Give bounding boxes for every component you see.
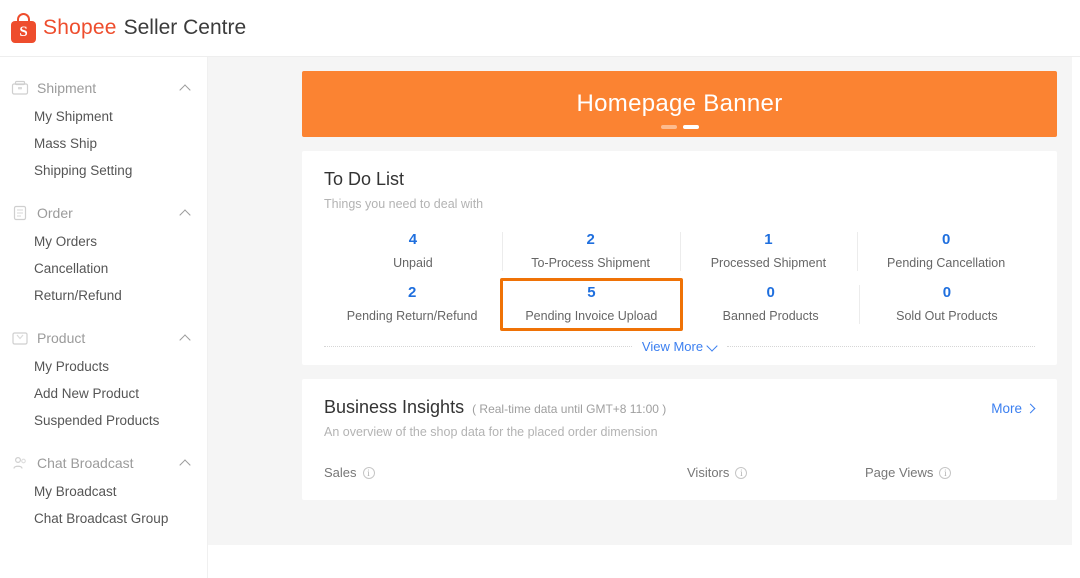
business-insights-card: Business Insights ( Real-time data until… — [302, 379, 1057, 500]
metric-visitors: Visitors i — [687, 465, 865, 480]
todo-stat-to-process-shipment[interactable]: 2 To-Process Shipment — [502, 225, 680, 278]
business-insights-subtitle: An overview of the shop data for the pla… — [324, 425, 1035, 439]
stat-label: Pending Cancellation — [857, 256, 1035, 270]
main-content: Homepage Banner To Do List Things you ne… — [208, 57, 1072, 545]
banner-title: Homepage Banner — [577, 90, 783, 118]
brand-primary-label: Shopee — [43, 16, 117, 40]
stat-label: Sold Out Products — [859, 309, 1035, 323]
business-insights-metrics: Sales i Visitors i Page Views i — [324, 465, 1035, 500]
todo-list-title: To Do List — [324, 169, 1035, 190]
sidebar-item-my-orders[interactable]: My Orders — [0, 228, 207, 255]
stat-label: Pending Invoice Upload — [503, 309, 679, 323]
business-insights-more-button[interactable]: More — [991, 401, 1035, 416]
sidebar-item-chat-broadcast-group[interactable]: Chat Broadcast Group — [0, 505, 207, 532]
sidebar-group-header-product[interactable]: Product — [0, 323, 207, 353]
info-icon[interactable]: i — [363, 467, 375, 479]
todo-stats: 4 Unpaid 2 To-Process Shipment 1 Process… — [324, 225, 1035, 331]
stat-value: 2 — [324, 284, 500, 301]
sidebar-group-chat-broadcast: Chat Broadcast My Broadcast Chat Broadca… — [0, 448, 207, 532]
sidebar-item-my-shipment[interactable]: My Shipment — [0, 103, 207, 130]
stat-value: 1 — [680, 231, 858, 248]
business-insights-title: Business Insights — [324, 397, 464, 418]
todo-stat-pending-cancellation[interactable]: 0 Pending Cancellation — [857, 225, 1035, 278]
sidebar-item-mass-ship[interactable]: Mass Ship — [0, 130, 207, 157]
stat-value: 0 — [857, 231, 1035, 248]
todo-stat-sold-out-products[interactable]: 0 Sold Out Products — [859, 278, 1035, 331]
sidebar-item-return-refund[interactable]: Return/Refund — [0, 282, 207, 309]
shipment-box-icon — [11, 80, 29, 96]
sidebar: Shipment My Shipment Mass Ship Shipping … — [0, 57, 208, 578]
sidebar-group-order: Order My Orders Cancellation Return/Refu… — [0, 198, 207, 309]
sidebar-group-header-shipment[interactable]: Shipment — [0, 73, 207, 103]
business-insights-note: ( Real-time data until GMT+8 11:00 ) — [472, 402, 666, 416]
sidebar-item-suspended-products[interactable]: Suspended Products — [0, 407, 207, 434]
todo-list-card: To Do List Things you need to deal with … — [302, 151, 1057, 365]
stat-value: 0 — [683, 284, 859, 301]
stat-label: Banned Products — [683, 309, 859, 323]
chevron-up-icon — [181, 333, 191, 343]
sidebar-group-shipment: Shipment My Shipment Mass Ship Shipping … — [0, 73, 207, 184]
chat-broadcast-people-icon — [11, 455, 29, 471]
metric-sales: Sales i — [324, 465, 687, 480]
banner-pagination — [302, 125, 1057, 129]
todo-stat-banned-products[interactable]: 0 Banned Products — [683, 278, 859, 331]
info-icon[interactable]: i — [939, 467, 951, 479]
product-tag-icon — [11, 330, 29, 346]
view-more-row: View More — [324, 331, 1035, 365]
divider-right — [727, 346, 1035, 347]
chevron-right-icon — [1027, 405, 1035, 413]
todo-stats-row: 4 Unpaid 2 To-Process Shipment 1 Process… — [324, 225, 1035, 278]
sidebar-group-header-chat-broadcast[interactable]: Chat Broadcast — [0, 448, 207, 478]
more-label: More — [991, 401, 1022, 416]
chevron-up-icon — [181, 208, 191, 218]
stat-value: 2 — [502, 231, 680, 248]
todo-stat-pending-invoice-upload[interactable]: 5 Pending Invoice Upload — [500, 278, 682, 331]
app-root: S Shopee Seller Centre Shipment My Shipm… — [0, 0, 1080, 578]
app-header: S Shopee Seller Centre — [0, 0, 1080, 57]
todo-stat-pending-return-refund[interactable]: 2 Pending Return/Refund — [324, 278, 500, 331]
stat-label: Pending Return/Refund — [324, 309, 500, 323]
sidebar-group-header-order[interactable]: Order — [0, 198, 207, 228]
sidebar-group-label: Chat Broadcast — [37, 455, 181, 471]
shopee-bag-icon: S — [10, 13, 37, 43]
sidebar-group-label: Shipment — [37, 80, 181, 96]
stat-value: 0 — [859, 284, 1035, 301]
sidebar-group-label: Product — [37, 330, 181, 346]
chevron-up-icon — [181, 458, 191, 468]
stat-label: Processed Shipment — [680, 256, 858, 270]
todo-stats-row: 2 Pending Return/Refund 5 Pending Invoic… — [324, 278, 1035, 331]
todo-stat-unpaid[interactable]: 4 Unpaid — [324, 225, 502, 278]
metric-label: Page Views — [865, 465, 933, 480]
banner-dot[interactable] — [661, 125, 677, 129]
stat-value: 4 — [324, 231, 502, 248]
stat-label: To-Process Shipment — [502, 256, 680, 270]
order-clipboard-icon — [11, 205, 29, 221]
sidebar-item-add-new-product[interactable]: Add New Product — [0, 380, 207, 407]
chevron-down-icon — [708, 342, 717, 351]
stat-value: 5 — [503, 284, 679, 301]
chevron-up-icon — [181, 83, 191, 93]
business-insights-header: Business Insights ( Real-time data until… — [324, 397, 1035, 418]
divider-left — [324, 346, 632, 347]
sidebar-item-shipping-setting[interactable]: Shipping Setting — [0, 157, 207, 184]
homepage-banner[interactable]: Homepage Banner — [302, 71, 1057, 137]
sidebar-group-product: Product My Products Add New Product Susp… — [0, 323, 207, 434]
metric-label: Visitors — [687, 465, 729, 480]
todo-stat-processed-shipment[interactable]: 1 Processed Shipment — [680, 225, 858, 278]
metric-label: Sales — [324, 465, 357, 480]
stat-label: Unpaid — [324, 256, 502, 270]
sidebar-item-cancellation[interactable]: Cancellation — [0, 255, 207, 282]
view-more-button[interactable]: View More — [642, 339, 717, 354]
view-more-label: View More — [642, 339, 703, 354]
todo-list-subtitle: Things you need to deal with — [324, 197, 1035, 211]
brand-secondary-label: Seller Centre — [124, 16, 247, 40]
brand-logo[interactable]: S Shopee Seller Centre — [10, 13, 246, 43]
metric-page-views: Page Views i — [865, 465, 951, 480]
sidebar-item-my-products[interactable]: My Products — [0, 353, 207, 380]
info-icon[interactable]: i — [735, 467, 747, 479]
sidebar-group-label: Order — [37, 205, 181, 221]
banner-dot-active[interactable] — [683, 125, 699, 129]
sidebar-item-my-broadcast[interactable]: My Broadcast — [0, 478, 207, 505]
